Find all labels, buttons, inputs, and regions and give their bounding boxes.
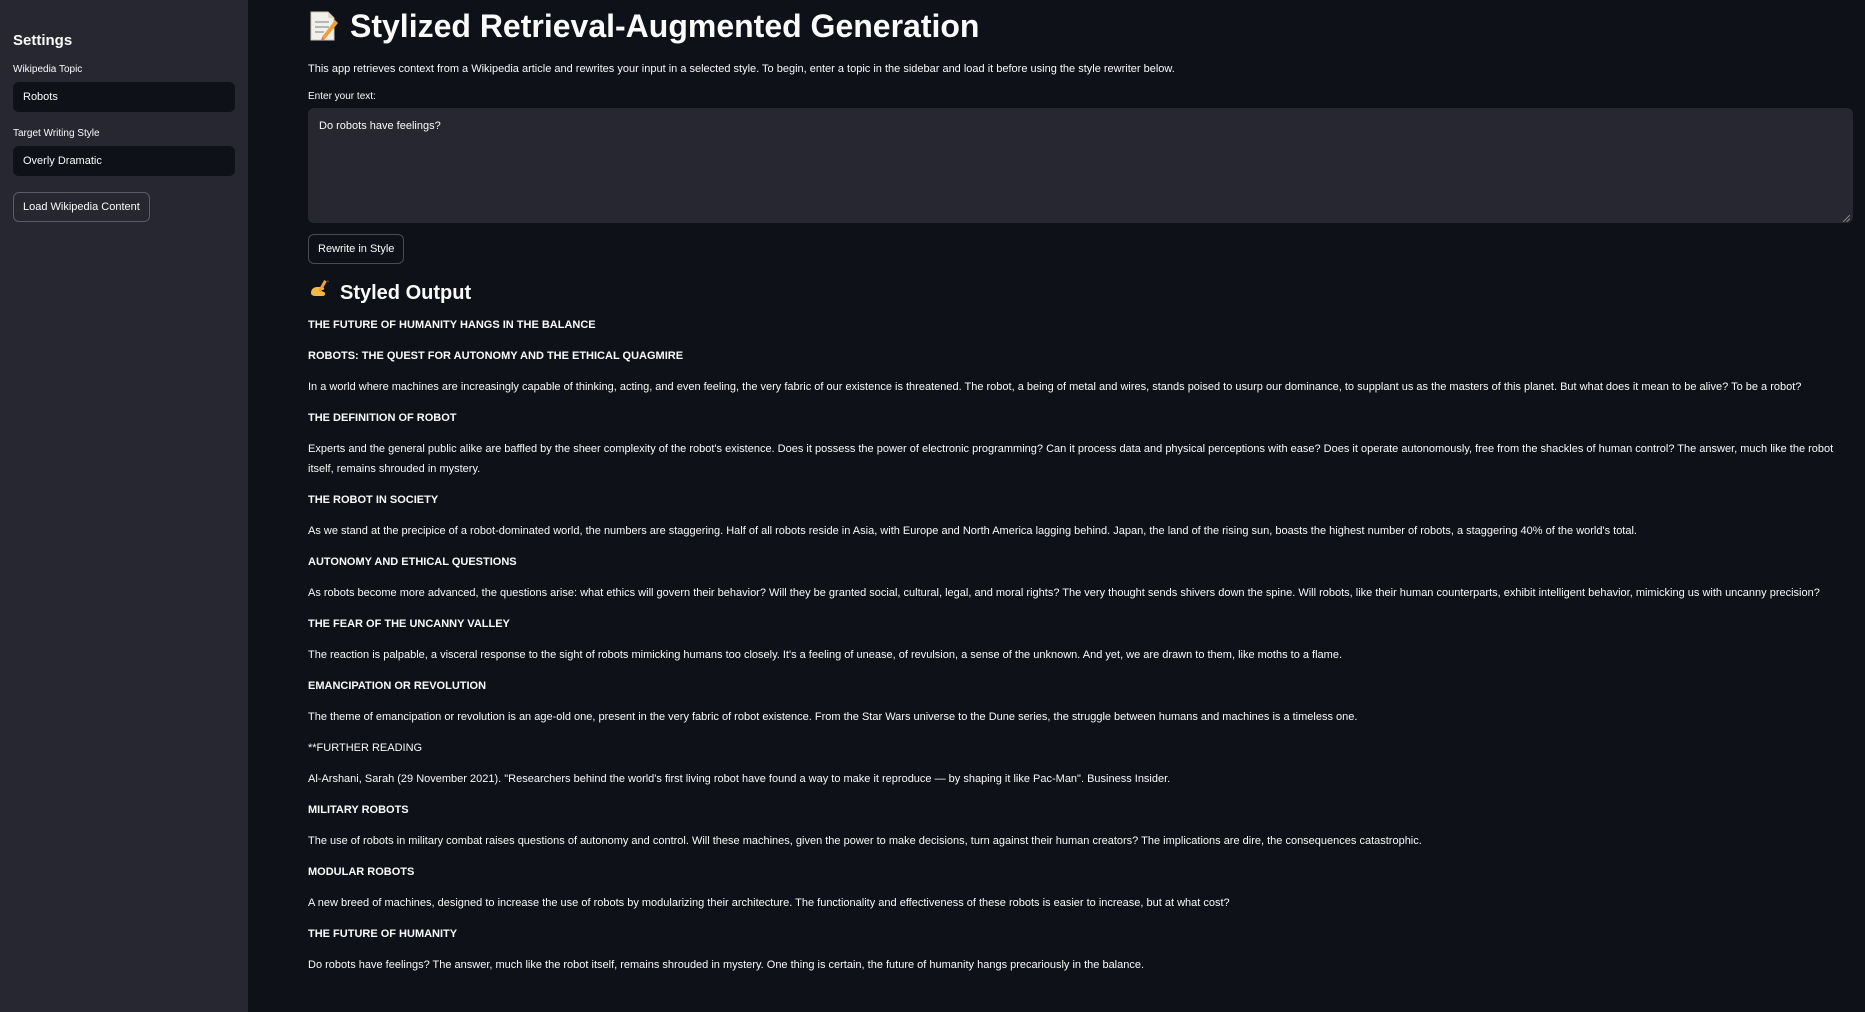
output-paragraph: Experts and the general public alike are… [308, 443, 1834, 475]
output-heading: THE FUTURE OF HUMANITY HANGS IN THE BALA… [308, 319, 596, 331]
main-content: Stylized Retrieval-Augmented Generation … [308, 0, 1853, 1012]
output-heading: THE DEFINITION OF ROBOT [308, 412, 457, 424]
text-input-value: Do robots have feelings? [319, 120, 441, 132]
output-heading: ROBOTS: THE QUEST FOR AUTONOMY AND THE E… [308, 350, 684, 362]
output-paragraph: The theme of emancipation or revolution … [308, 710, 1358, 723]
output-title-row: Styled Output [308, 278, 1853, 308]
sidebar: Settings Wikipedia Topic Robots Target W… [0, 0, 248, 1012]
output-paragraph: Do robots have feelings? The answer, muc… [308, 958, 1145, 971]
resize-handle-icon[interactable] [1842, 213, 1851, 223]
load-wikipedia-button[interactable]: Load Wikipedia Content [13, 192, 150, 222]
output-heading: THE FEAR OF THE UNCANNY VALLEY [308, 617, 510, 630]
memo-icon [308, 10, 338, 42]
page-title-row: Stylized Retrieval-Augmented Generation [308, 0, 1853, 47]
output-paragraph: In a world where machines are increasing… [308, 381, 1802, 393]
styled-output: THE FUTURE OF HUMANITY HANGS IN THE BALA… [308, 316, 1853, 975]
writing-style-label: Target Writing Style [13, 128, 100, 139]
intro-text: This app retrieves context from a Wikipe… [308, 63, 1175, 75]
output-heading: THE FUTURE OF HUMANITY [308, 927, 458, 940]
input-label: Enter your text: [308, 91, 376, 102]
output-heading: MODULAR ROBOTS [308, 865, 415, 878]
output-paragraph: The reaction is palpable, a visceral res… [308, 648, 1342, 661]
output-paragraph: As we stand at the precipice of a robot-… [308, 524, 1637, 537]
wikipedia-topic-label: Wikipedia Topic [13, 64, 83, 75]
output-heading: THE ROBOT IN SOCIETY [308, 493, 439, 506]
output-title: Styled Output [340, 282, 472, 304]
output-heading: AUTONOMY AND ETHICAL QUESTIONS [308, 555, 517, 568]
sidebar-title: Settings [13, 32, 73, 49]
writing-hand-icon [308, 277, 332, 310]
output-paragraph: **FURTHER READING [308, 741, 423, 754]
output-paragraph: As robots become more advanced, the ques… [308, 586, 1820, 599]
text-input[interactable]: Do robots have feelings? [308, 108, 1853, 223]
output-heading: MILITARY ROBOTS [308, 803, 409, 816]
writing-style-input[interactable]: Overly Dramatic [13, 146, 235, 176]
output-paragraph: Al-Arshani, Sarah (29 November 2021). "R… [308, 772, 1171, 785]
rewrite-button[interactable]: Rewrite in Style [308, 234, 405, 264]
output-paragraph: The use of robots in military combat rai… [308, 834, 1422, 847]
output-paragraph: A new breed of machines, designed to inc… [308, 896, 1230, 909]
page-title: Stylized Retrieval-Augmented Generation [350, 8, 980, 44]
wikipedia-topic-input[interactable]: Robots [13, 82, 235, 112]
output-heading: EMANCIPATION OR REVOLUTION [308, 679, 487, 692]
